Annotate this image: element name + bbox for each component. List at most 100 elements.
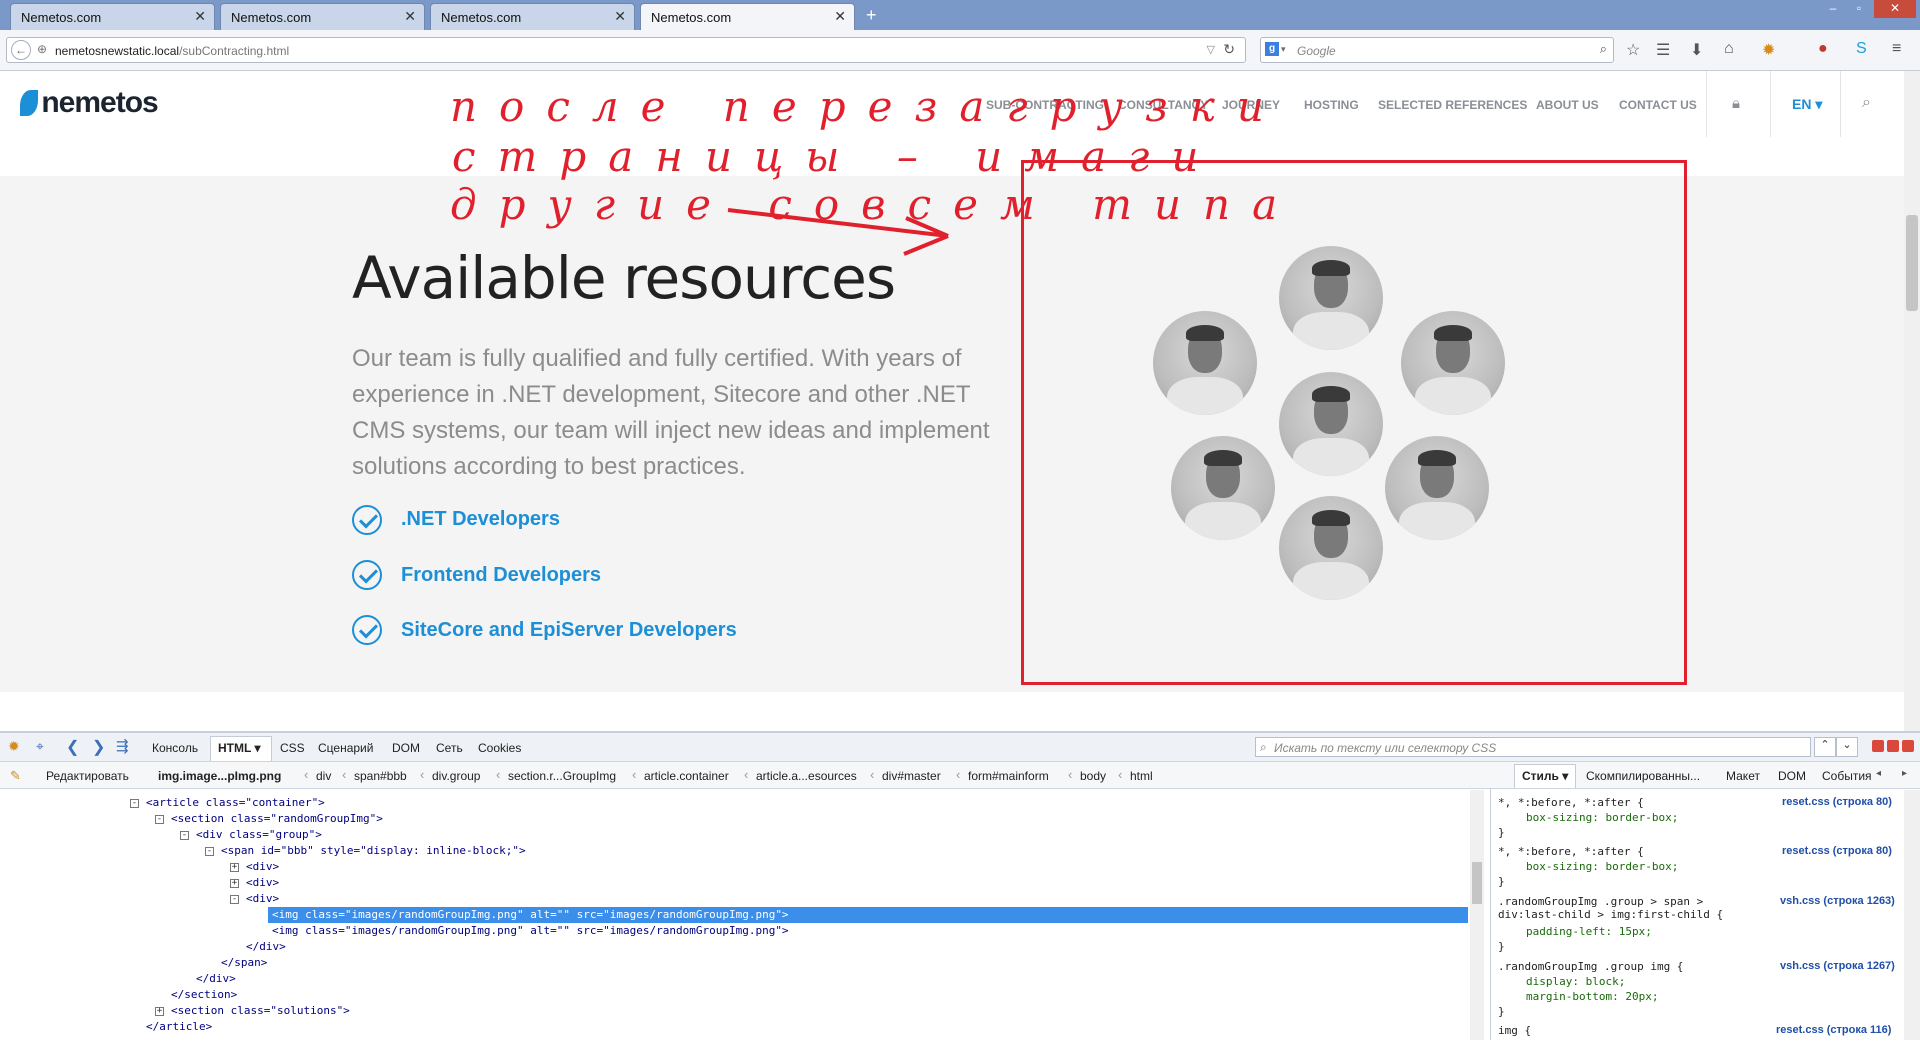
tab-cookies[interactable]: Cookies (478, 741, 521, 755)
tab-script[interactable]: Сценарий (318, 741, 373, 755)
menu-icon[interactable]: ≡ (1892, 40, 1901, 58)
close-tab-icon[interactable]: ✕ (834, 8, 846, 25)
firebug-icon[interactable]: ✹ (1762, 40, 1775, 60)
devtools-search-input[interactable]: ⌕ Искать по тексту или селектору CSS (1255, 737, 1811, 757)
style-panel-scrollbar[interactable] (1904, 790, 1920, 1040)
breadcrumb-item[interactable]: div#master (882, 769, 941, 783)
breadcrumb-item[interactable]: section.r...GroupImg (508, 769, 616, 783)
window-close-icon[interactable]: ✕ (1874, 0, 1916, 18)
side-tab-events[interactable]: События (1822, 769, 1872, 783)
edit-icon[interactable]: ✎ (10, 768, 21, 784)
html-node[interactable]: <div> (246, 892, 279, 905)
html-node[interactable]: <div> (246, 860, 279, 873)
html-node[interactable]: </span> (221, 956, 267, 969)
back-icon[interactable]: ❮ (66, 737, 79, 757)
menu-item-selected-references[interactable]: SELECTED REFERENCES (1378, 98, 1527, 112)
ability-link[interactable]: Frontend Developers (401, 564, 601, 587)
language-selector[interactable]: EN ▾ (1792, 96, 1822, 113)
breadcrumb-item[interactable]: div (316, 769, 331, 783)
tab-html[interactable]: HTML ▾ (218, 741, 260, 755)
html-node-selected[interactable]: <img class="images/randomGroupImg.png" a… (272, 908, 789, 921)
tab-dom[interactable]: DOM (392, 741, 420, 755)
minimize-icon[interactable]: – (1820, 0, 1846, 18)
html-node[interactable]: <section class="solutions"> (171, 1004, 350, 1017)
html-node[interactable]: </article> (146, 1020, 212, 1033)
breadcrumb-item[interactable]: img.image...pImg.png (158, 769, 281, 783)
ability-link[interactable]: SiteCore and EpiServer Developers (401, 619, 737, 642)
side-tab-layout[interactable]: Макет (1726, 769, 1760, 783)
scroll-right-icon[interactable]: ▸ (1902, 768, 1907, 779)
breadcrumb-item[interactable]: html (1130, 769, 1153, 783)
skype-icon[interactable]: S (1856, 40, 1867, 58)
download-icon[interactable]: ⬇ (1690, 40, 1703, 60)
star-icon[interactable]: ☆ (1626, 40, 1640, 60)
html-node[interactable]: </section> (171, 988, 237, 1001)
menu-item-hosting[interactable]: HOSTING (1304, 98, 1359, 112)
search-bar[interactable]: g ▾ Google ⌕ (1260, 37, 1614, 63)
breadcrumb-item[interactable]: body (1080, 769, 1106, 783)
adblock-icon[interactable]: ● (1818, 40, 1828, 58)
collapse-toggle-icon[interactable]: - (155, 815, 164, 824)
lock-icon[interactable]: 🔒︎ (1732, 95, 1740, 112)
google-icon[interactable]: g (1265, 42, 1279, 56)
inspect-icon[interactable]: ⌖ (36, 738, 44, 755)
css-declaration[interactable]: padding-left: 15px; (1526, 925, 1652, 938)
search-icon[interactable]: ⌕ (1862, 94, 1871, 112)
html-node[interactable]: <article class="container"> (146, 796, 325, 809)
breadcrumb-item[interactable]: form#mainform (968, 769, 1049, 783)
html-node[interactable]: <img class="images/randomGroupImg.png" a… (272, 924, 789, 937)
menu-item-contact-us[interactable]: CONTACT US (1619, 98, 1697, 112)
detach-devtools-icon[interactable] (1887, 740, 1899, 752)
html-node[interactable]: </div> (196, 972, 236, 985)
css-source-link[interactable]: reset.css (строка 80) (1782, 796, 1892, 808)
scroll-left-icon[interactable]: ◂ (1876, 768, 1881, 779)
html-node[interactable]: <div class="group"> (196, 828, 322, 841)
minimize-devtools-icon[interactable] (1872, 740, 1884, 752)
reading-list-icon[interactable]: ☰ (1656, 40, 1670, 60)
page-scrollbar[interactable] (1904, 71, 1920, 731)
ability-link[interactable]: .NET Developers (401, 508, 560, 531)
html-node[interactable]: <div> (246, 876, 279, 889)
expand-toggle-icon[interactable]: + (230, 863, 239, 872)
back-icon[interactable]: ← (11, 40, 31, 60)
firebug-icon[interactable]: ✹ (8, 738, 20, 755)
browser-tab[interactable]: Nemetos.com ✕ (430, 3, 635, 30)
edit-button[interactable]: Редактировать (46, 769, 129, 783)
command-line-icon[interactable]: ⇶ (116, 737, 129, 755)
close-devtools-icon[interactable] (1902, 740, 1914, 752)
side-tab-computed[interactable]: Скомпилированны... (1586, 769, 1700, 783)
tab-css[interactable]: CSS (280, 741, 305, 755)
forward-icon[interactable]: ❯ (92, 737, 105, 757)
css-source-link[interactable]: reset.css (строка 80) (1782, 845, 1892, 857)
html-panel-scrollbar[interactable] (1470, 790, 1484, 1040)
html-panel-scroll-thumb[interactable] (1472, 862, 1482, 904)
menu-item-about-us[interactable]: ABOUT US (1536, 98, 1599, 112)
tab-console[interactable]: Консоль (152, 741, 198, 755)
css-source-link[interactable]: reset.css (строка 116) (1776, 1024, 1891, 1036)
browser-tab-active[interactable]: Nemetos.com ✕ (640, 3, 855, 30)
css-declaration[interactable]: margin-bottom: 20px; (1526, 990, 1658, 1003)
browser-tab[interactable]: Nemetos.com ✕ (10, 3, 215, 30)
css-declaration[interactable]: box-sizing: border-box; (1526, 860, 1678, 873)
css-source-link[interactable]: vsh.css (строка 1263) (1780, 895, 1895, 907)
search-prev-icon[interactable]: ⌃ (1814, 737, 1836, 757)
browser-tab[interactable]: Nemetos.com ✕ (220, 3, 425, 30)
breadcrumb-item[interactable]: article.container (644, 769, 729, 783)
side-tab-dom[interactable]: DOM (1778, 769, 1806, 783)
html-node[interactable]: <span id="bbb" style="display: inline-bl… (221, 844, 526, 857)
collapse-toggle-icon[interactable]: - (130, 799, 139, 808)
close-tab-icon[interactable]: ✕ (194, 8, 206, 25)
expand-toggle-icon[interactable]: + (155, 1007, 164, 1016)
maximize-icon[interactable]: ▫ (1846, 0, 1872, 18)
side-tab-style[interactable]: Стиль ▾ (1522, 769, 1568, 783)
collapse-toggle-icon[interactable]: - (180, 831, 189, 840)
search-icon[interactable]: ⌕ (1600, 41, 1607, 57)
home-icon[interactable]: ⌂ (1724, 40, 1734, 58)
new-tab-icon[interactable]: + (866, 5, 877, 26)
close-tab-icon[interactable]: ✕ (614, 8, 626, 25)
breadcrumb-item[interactable]: article.a...esources (756, 769, 857, 783)
search-next-icon[interactable]: ⌄ (1836, 737, 1858, 757)
dropdown-icon[interactable]: ▽ (1207, 43, 1215, 56)
collapse-toggle-icon[interactable]: - (205, 847, 214, 856)
url-bar[interactable]: ← ⊕ nemetosnewstatic.local/subContractin… (6, 37, 1246, 63)
